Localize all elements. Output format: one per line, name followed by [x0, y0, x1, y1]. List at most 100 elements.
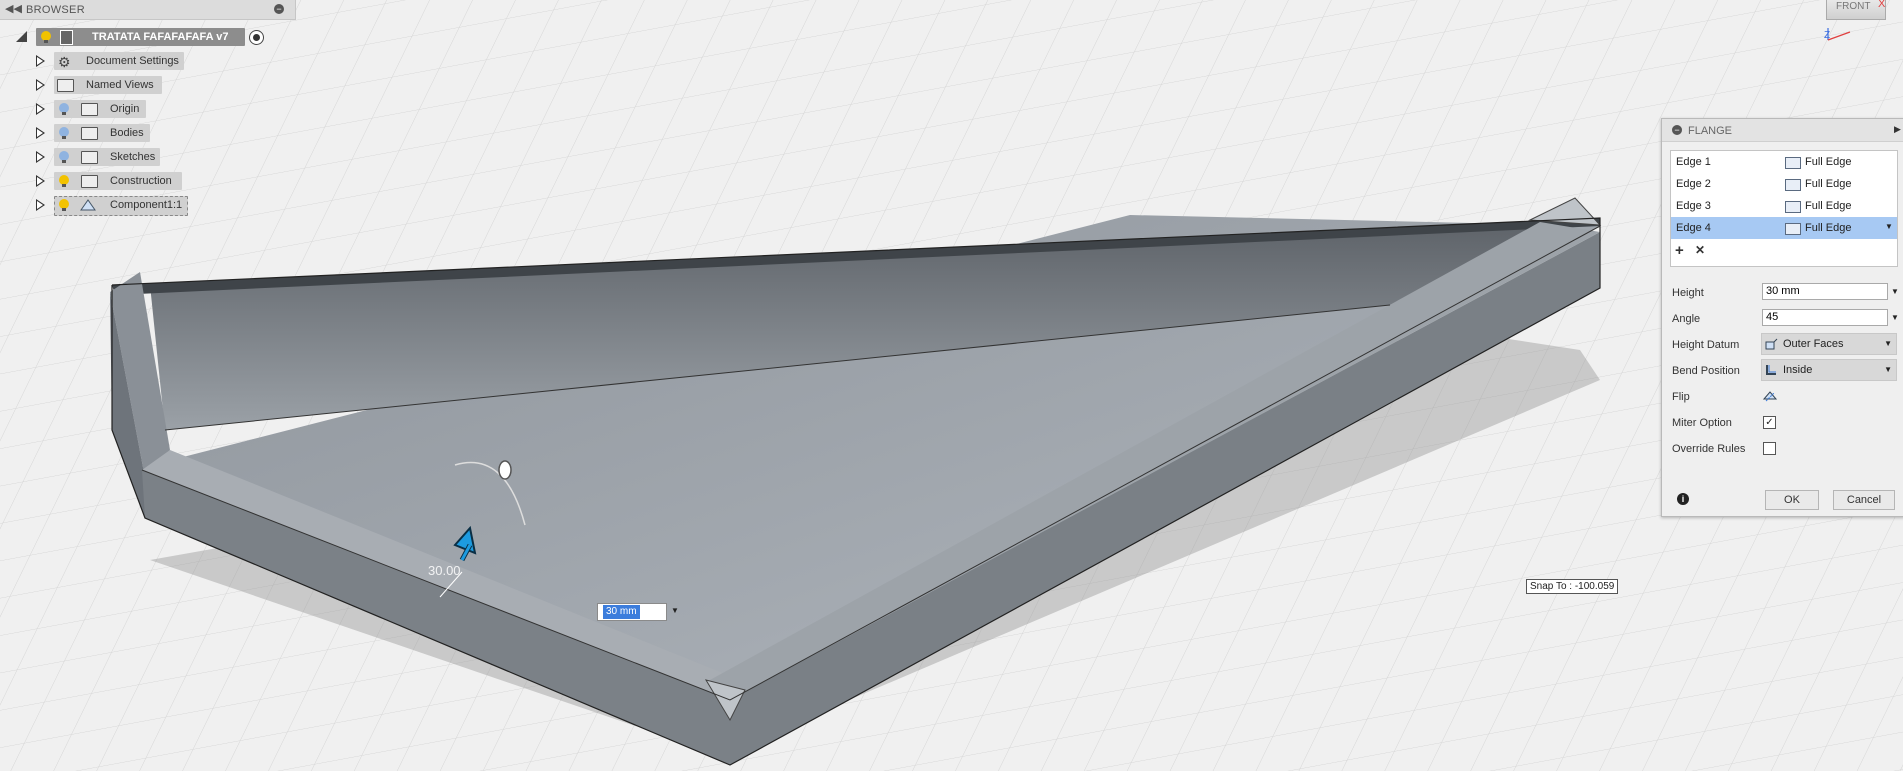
chevron-down-icon[interactable]: ▼: [1891, 313, 1899, 322]
bend-position-label: Bend Position: [1672, 365, 1740, 377]
folder-icon: [81, 175, 98, 188]
browser-item-document-settings[interactable]: ⚙ Document Settings: [0, 51, 300, 71]
info-icon[interactable]: i: [1677, 493, 1689, 505]
sidebar-item-label: Sketches: [110, 151, 156, 163]
folder-icon: [81, 127, 98, 140]
lightbulb-off-icon[interactable]: [57, 150, 71, 164]
view-cube-face-label[interactable]: FRONT: [1836, 1, 1870, 12]
minimize-icon[interactable]: −: [1672, 125, 1682, 135]
full-edge-icon: [1785, 223, 1801, 235]
sidebar-item-label: Document Settings: [86, 55, 179, 67]
expand-dialog-icon[interactable]: ▶: [1894, 124, 1901, 135]
height-datum-select[interactable]: Outer Faces ▼: [1761, 333, 1897, 355]
edge-row-1[interactable]: Edge 1 Full Edge: [1671, 151, 1897, 173]
outer-faces-icon: [1765, 338, 1778, 350]
gear-icon: ⚙: [58, 54, 71, 70]
expand-triangle-icon[interactable]: [36, 103, 45, 115]
bend-position-select[interactable]: Inside ▼: [1761, 359, 1897, 381]
chevron-down-icon[interactable]: ▼: [1885, 222, 1893, 231]
browser-item-component[interactable]: Component1:1: [0, 195, 300, 216]
collapse-panel-icon[interactable]: ◀◀: [5, 2, 22, 15]
edge-row-2[interactable]: Edge 2 Full Edge: [1671, 173, 1897, 195]
lightbulb-off-icon[interactable]: [57, 126, 71, 140]
axis-z-label: Z: [1824, 30, 1831, 41]
browser-panel-header[interactable]: ◀◀ BROWSER −: [0, 0, 296, 20]
miter-option-checkbox[interactable]: ✓: [1763, 416, 1776, 429]
sidebar-item-label: Construction: [110, 175, 172, 187]
snap-tooltip: Snap To : -100.059: [1526, 579, 1619, 594]
browser-title: BROWSER: [26, 4, 85, 16]
browser-item-construction[interactable]: Construction: [0, 171, 300, 191]
browser-item-origin[interactable]: Origin: [0, 99, 300, 119]
height-label: Height: [1672, 287, 1704, 299]
miter-option-label: Miter Option: [1672, 417, 1732, 429]
height-datum-value: Outer Faces: [1783, 338, 1844, 350]
axis-x-label: X: [1878, 0, 1886, 10]
expand-triangle-icon[interactable]: [36, 55, 45, 67]
expand-triangle-icon[interactable]: [36, 199, 45, 211]
expand-triangle-icon[interactable]: [36, 175, 45, 187]
browser-item-sketches[interactable]: Sketches: [0, 147, 300, 167]
full-edge-icon: [1785, 201, 1801, 213]
height-datum-label: Height Datum: [1672, 339, 1740, 351]
sidebar-item-label: Bodies: [110, 127, 144, 139]
lightbulb-on-icon[interactable]: [39, 30, 53, 44]
override-rules-checkbox[interactable]: [1763, 442, 1776, 455]
bend-inside-icon: [1766, 365, 1776, 375]
edge-type: Full Edge: [1805, 156, 1852, 168]
edge-row-4[interactable]: Edge 4 Full Edge ▼: [1671, 217, 1897, 239]
edge-type[interactable]: Full Edge: [1805, 222, 1851, 234]
dialog-title: FLANGE: [1688, 125, 1733, 137]
browser-root-row[interactable]: TRATATA FAFAFAFAFA v7: [0, 27, 300, 47]
edge-selection-table: Edge 1 Full Edge Edge 2 Full Edge Edge 3…: [1670, 150, 1898, 267]
collapse-triangle-icon[interactable]: [16, 31, 27, 42]
angle-input[interactable]: [1762, 309, 1888, 326]
activate-radio-icon[interactable]: [249, 30, 264, 45]
edge-row-3[interactable]: Edge 3 Full Edge: [1671, 195, 1897, 217]
root-label: TRATATA FAFAFAFAFA v7: [92, 31, 229, 43]
flip-icon[interactable]: [1762, 389, 1778, 403]
expand-triangle-icon[interactable]: [36, 79, 45, 91]
height-dimension-value[interactable]: 30 mm: [603, 605, 640, 619]
edge-type: Full Edge: [1805, 200, 1852, 212]
cancel-button[interactable]: Cancel: [1833, 490, 1895, 510]
browser-item-named-views[interactable]: Named Views: [0, 75, 300, 95]
folder-icon: [81, 151, 98, 164]
height-input[interactable]: [1762, 283, 1888, 300]
add-edge-button[interactable]: +: [1675, 242, 1684, 259]
full-edge-icon: [1785, 157, 1801, 169]
chevron-down-icon[interactable]: ▼: [671, 606, 679, 615]
override-rules-label: Override Rules: [1672, 443, 1746, 455]
expand-triangle-icon[interactable]: [36, 127, 45, 139]
angle-manipulator-handle[interactable]: [498, 460, 512, 480]
expand-triangle-icon[interactable]: [36, 151, 45, 163]
document-icon: [60, 30, 73, 45]
ok-button[interactable]: OK: [1765, 490, 1819, 510]
edge-name: Edge 2: [1676, 178, 1711, 190]
folder-icon: [81, 103, 98, 116]
chevron-down-icon[interactable]: ▼: [1884, 339, 1892, 348]
lightbulb-on-icon[interactable]: [57, 198, 71, 212]
minimize-icon[interactable]: −: [274, 4, 284, 14]
height-dimension-input[interactable]: 30 mm ▼: [597, 603, 679, 621]
sidebar-item-label: Origin: [110, 103, 140, 115]
remove-edge-button[interactable]: ✕: [1695, 243, 1705, 257]
angle-label: Angle: [1672, 313, 1701, 325]
chevron-down-icon[interactable]: ▼: [1884, 365, 1892, 374]
chevron-down-icon[interactable]: ▼: [1891, 287, 1899, 296]
full-edge-icon: [1785, 179, 1801, 191]
browser-item-bodies[interactable]: Bodies: [0, 123, 300, 143]
edge-name: Edge 3: [1676, 200, 1711, 212]
folder-icon: [57, 79, 74, 92]
bend-position-value: Inside: [1783, 364, 1813, 376]
edge-name: Edge 4: [1676, 222, 1711, 234]
sidebar-item-label: Named Views: [86, 79, 154, 91]
sidebar-item-label: Component1:1: [110, 199, 183, 211]
lightbulb-on-icon[interactable]: [57, 174, 71, 188]
lightbulb-off-icon[interactable]: [57, 102, 71, 116]
flip-label: Flip: [1672, 391, 1690, 403]
view-cube[interactable]: FRONT: [1826, 0, 1886, 20]
flange-dialog-header[interactable]: − FLANGE ▶: [1662, 119, 1903, 142]
flange-dialog: − FLANGE ▶ Edge 1 Full Edge Edge 2 Full …: [1661, 118, 1903, 517]
dimension-value-label: 30.00: [428, 563, 461, 578]
